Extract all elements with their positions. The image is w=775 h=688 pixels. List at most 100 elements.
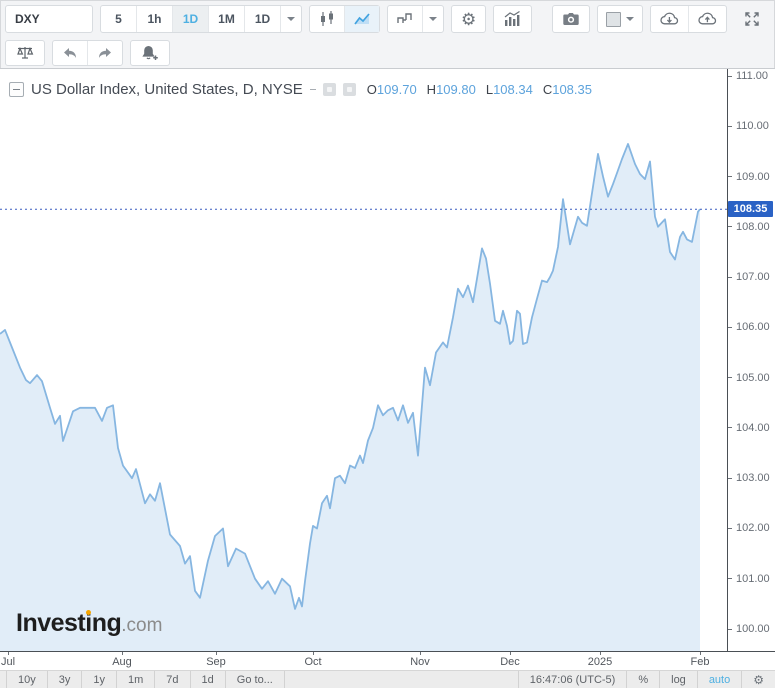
price-tick-101.00: 101.00 (728, 573, 770, 585)
ohlc-values: O109.70 H109.80 L108.34 C108.35 (367, 82, 592, 97)
settings-button[interactable]: ⚙ (451, 5, 487, 33)
ohlc-h: H109.80 (426, 82, 476, 97)
chart-style-dropdown-button[interactable] (423, 6, 443, 32)
title-menu-dash-icon[interactable] (309, 89, 316, 90)
chart-header: US Dollar Index, United States, D, NYSE … (9, 81, 592, 98)
area-chart-icon (354, 13, 370, 25)
candlestick-chart-icon (321, 11, 333, 26)
time-tick-2025: 2025 (587, 656, 613, 668)
percent-scale-button[interactable]: % (626, 671, 659, 688)
interval-button-1d-4[interactable]: 1D (245, 6, 281, 32)
chevron-down-icon (287, 17, 295, 21)
area-fill (0, 143, 700, 651)
price-plot[interactable] (0, 69, 727, 651)
last-price-label: 108.35 (728, 201, 773, 218)
compare-scales-icon (17, 46, 34, 59)
clock-label[interactable]: 16:47:06 (UTC-5) (517, 671, 627, 688)
legend-toggle-icon-2[interactable] (342, 83, 356, 96)
redo-button[interactable] (88, 41, 122, 65)
time-tickmark (216, 652, 217, 655)
interval-button-1h-1[interactable]: 1h (137, 6, 173, 32)
indicators-icon (504, 10, 521, 26)
time-tick-Aug: Aug (112, 656, 132, 668)
range-button-3y[interactable]: 3y (48, 671, 83, 688)
time-tickmark (700, 652, 701, 655)
logo-i: i (85, 609, 92, 637)
bottom-toolbar: 10y 3y 1y 1m 7d 1d Go to... 16:47:06 (UTC-5) %… (0, 670, 775, 688)
area-chart-button[interactable] (345, 6, 379, 32)
ohlc-c: C108.35 (542, 82, 592, 97)
legend-toggle-icon[interactable] (322, 83, 336, 96)
range-buttons: 10y 3y 1y 1m 7d 1d Go to... (0, 671, 285, 688)
fullscreen-button[interactable] (734, 5, 770, 33)
range-button-7d[interactable]: 7d (155, 671, 191, 688)
time-tickmark (510, 652, 511, 655)
price-tick-111.00: 111.00 (728, 70, 768, 82)
compare-button[interactable] (5, 40, 45, 66)
logo-dot-icon (85, 610, 91, 615)
interval-button-1m-3[interactable]: 1M (209, 6, 245, 32)
symbol-input[interactable]: DXY (5, 5, 93, 33)
interval-button-1d-2[interactable]: 1D (173, 6, 209, 32)
scale-controls: 16:47:06 (UTC-5) % log auto ⚙ (517, 671, 775, 688)
undo-icon (64, 48, 76, 58)
cloud-download-icon (660, 12, 679, 25)
alert-bell-plus-icon (142, 46, 158, 60)
top-toolbar: DXY 5 1h 1D 1M 1D ⚙ (0, 0, 775, 38)
time-tick-Oct: Oct (304, 656, 322, 668)
snapshot-camera-button[interactable] (552, 5, 590, 33)
fullscreen-icon (745, 12, 759, 26)
interval-button-5-0[interactable]: 5 (101, 6, 137, 32)
instrument-title[interactable]: US Dollar Index, United States, D, NYSE (31, 81, 303, 98)
price-tick-106.00: 106.00 (728, 321, 770, 333)
range-button-1y[interactable]: 1y (82, 671, 117, 688)
collapse-legend-icon[interactable] (9, 82, 24, 97)
price-tick-103.00: 103.00 (728, 472, 770, 484)
step-chart-button[interactable] (388, 6, 423, 32)
theme-button[interactable] (598, 6, 642, 32)
interval-dropdown-button[interactable] (281, 6, 301, 32)
range-button-1m[interactable]: 1m (117, 671, 156, 688)
log-scale-button[interactable]: log (659, 671, 697, 688)
chart-pane[interactable]: US Dollar Index, United States, D, NYSE … (0, 68, 775, 671)
range-button-10y[interactable]: 10y (6, 671, 48, 688)
investing-logo: Investi ng.com (16, 609, 162, 638)
time-tickmark (8, 652, 9, 655)
ohlc-o: O109.70 (366, 82, 417, 97)
time-tickmark (122, 652, 123, 655)
cloud-group (650, 5, 727, 33)
indicators-button[interactable] (493, 5, 533, 33)
goto-button[interactable]: Go to... (226, 671, 285, 688)
gear-icon: ⚙ (461, 9, 477, 29)
time-axis[interactable]: Jul Aug Sep Oct Nov Dec 2025 Feb (0, 651, 775, 671)
time-tick-Sep: Sep (206, 656, 226, 668)
add-alert-button[interactable] (130, 40, 170, 66)
chevron-down-icon (429, 17, 437, 21)
undo-button[interactable] (53, 41, 88, 65)
price-tick-104.00: 104.00 (728, 422, 770, 434)
load-chart-button[interactable] (651, 6, 689, 32)
time-tickmark (313, 652, 314, 655)
price-tick-109.00: 109.00 (728, 171, 770, 183)
auto-scale-button[interactable]: auto (696, 671, 741, 688)
chevron-down-icon (626, 17, 634, 21)
redo-icon (99, 48, 111, 58)
logo-text: Invest (16, 609, 86, 637)
time-tick-Jul: Jul (0, 656, 16, 668)
save-chart-button[interactable] (689, 6, 726, 32)
logo-suffix: .com (121, 615, 163, 636)
price-tick-108.00: 108.00 (728, 221, 770, 233)
price-tick-105.00: 105.00 (728, 372, 770, 384)
camera-icon (563, 13, 579, 25)
price-tick-107.00: 107.00 (728, 271, 770, 283)
price-axis[interactable]: 111.00 110.00 109.00 108.00 107.00 106.00 105.… (727, 69, 775, 651)
bottom-settings-button[interactable]: ⚙ (741, 671, 775, 688)
chart-type-group (309, 5, 380, 33)
range-button-1d[interactable]: 1d (191, 671, 226, 688)
theme-group (597, 5, 643, 33)
price-tick-102.00: 102.00 (728, 522, 770, 534)
candlestick-chart-button[interactable] (310, 6, 345, 32)
time-tick-Nov: Nov (410, 656, 430, 668)
step-chart-icon (397, 13, 412, 23)
gear-icon: ⚙ (753, 672, 764, 687)
